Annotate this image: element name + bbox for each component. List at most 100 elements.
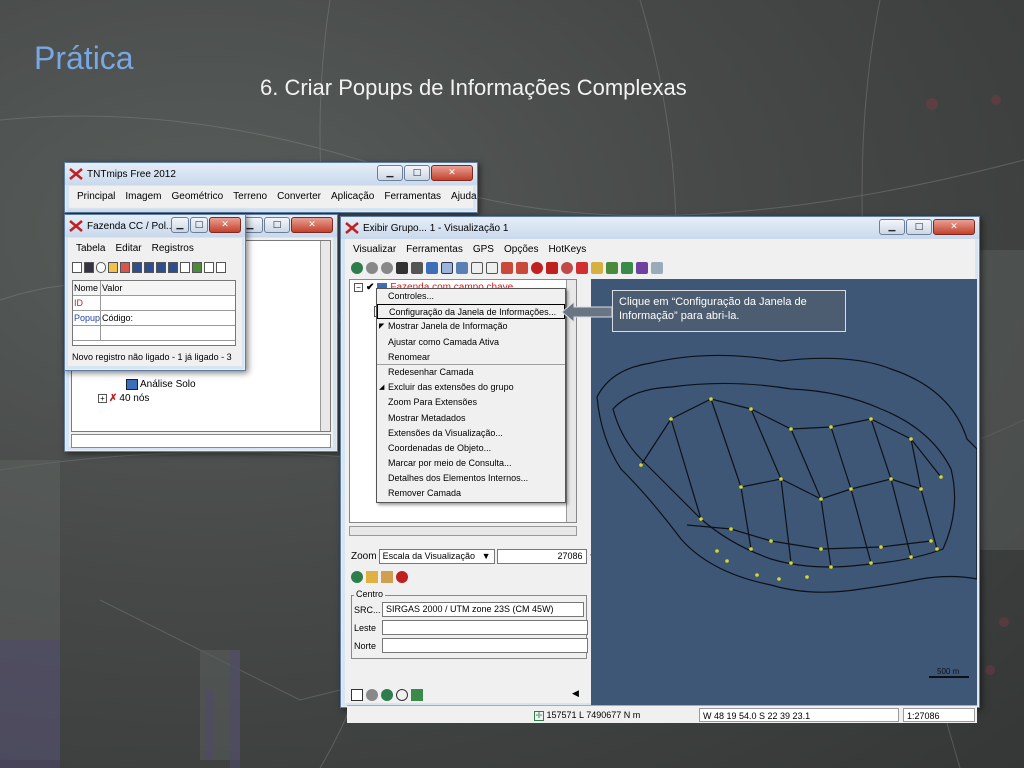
menu-tabela[interactable]: Tabela xyxy=(76,243,105,254)
context-menu-item[interactable]: Redesenhar Camada xyxy=(377,365,565,380)
map-icon[interactable] xyxy=(411,689,423,701)
new-record-icon[interactable] xyxy=(72,261,82,273)
list-view-icon[interactable] xyxy=(216,261,226,273)
next-record-icon[interactable] xyxy=(156,261,166,273)
context-menu-item[interactable]: Renomear xyxy=(377,350,565,365)
menu-opcoes[interactable]: Opções xyxy=(504,244,538,255)
table-row[interactable] xyxy=(73,326,235,341)
context-menu-item[interactable]: Controles... xyxy=(377,289,565,304)
maximize-button[interactable]: □ xyxy=(404,165,430,181)
first-record-icon[interactable] xyxy=(132,261,142,273)
menu-imagem[interactable]: Imagem xyxy=(125,191,161,202)
visible-check-icon[interactable]: ✔ xyxy=(366,282,374,293)
unlink-icon[interactable] xyxy=(120,261,130,273)
tntmips-titlebar[interactable]: TNTmips Free 2012 ▁ □ ✕ xyxy=(65,163,477,185)
magnifier-icon[interactable] xyxy=(396,689,408,701)
layer-item-analise-solo[interactable]: Análise Solo xyxy=(126,379,196,390)
layer-item-nodes[interactable]: + ✗ 40 nós xyxy=(98,393,149,404)
select-tool-icon[interactable] xyxy=(441,262,453,274)
cancel-icon[interactable] xyxy=(531,262,543,274)
src-button[interactable]: SRC... xyxy=(354,605,381,615)
expand-icon[interactable]: + xyxy=(98,394,107,403)
zoom-in-icon[interactable] xyxy=(366,262,378,274)
norte-input[interactable] xyxy=(382,638,588,653)
camera-icon[interactable] xyxy=(411,262,423,274)
context-menu-item[interactable]: Remover Camada xyxy=(377,486,565,501)
grid-view-icon[interactable] xyxy=(192,261,202,273)
context-menu-item[interactable]: Zoom Para Extensões xyxy=(377,395,565,410)
context-menu-item[interactable]: Coordenadas de Objeto... xyxy=(377,441,565,456)
layers-icon[interactable] xyxy=(636,262,648,274)
record-grid[interactable]: Nome Valor ID Popup Código: xyxy=(72,280,236,346)
maximize-button[interactable]: □ xyxy=(264,217,290,233)
menu-ferramentas[interactable]: Ferramentas xyxy=(406,244,463,255)
close-button[interactable]: ✕ xyxy=(209,217,241,233)
redraw-icon[interactable] xyxy=(351,262,363,274)
close-button[interactable]: ✕ xyxy=(431,165,473,181)
context-menu-item[interactable]: Configuração da Janela de Informações... xyxy=(377,304,565,320)
table-view-icon[interactable] xyxy=(180,261,190,273)
menu-converter[interactable]: Converter xyxy=(277,191,321,202)
zoom-in-icon[interactable] xyxy=(366,689,378,701)
prev-record-icon[interactable] xyxy=(144,261,154,273)
context-menu-item[interactable]: ◢ Excluir das extensões do grupo xyxy=(377,380,565,395)
pencil-icon[interactable] xyxy=(591,262,603,274)
menu-hotkeys[interactable]: HotKeys xyxy=(548,244,586,255)
column-header-nome[interactable]: Nome xyxy=(73,281,101,295)
leste-input[interactable] xyxy=(382,620,588,635)
field-value[interactable]: Código: xyxy=(101,311,235,326)
pencil-icon[interactable] xyxy=(381,571,393,583)
minimize-button[interactable]: ▁ xyxy=(377,165,403,181)
menu-principal[interactable]: Principal xyxy=(77,191,115,202)
menu-ajuda[interactable]: Ajuda xyxy=(451,191,477,202)
menu-geometrico[interactable]: Geométrico xyxy=(171,191,223,202)
columns-icon[interactable] xyxy=(204,261,214,273)
column-header-valor[interactable]: Valor xyxy=(101,281,235,296)
save-icon[interactable] xyxy=(84,261,94,273)
maximize-button[interactable]: □ xyxy=(906,219,932,235)
table-titlebar[interactable]: Fazenda CC / Pol... ▁ □ ✕ xyxy=(65,215,245,237)
undo-icon[interactable] xyxy=(96,261,106,273)
close-button[interactable]: ✕ xyxy=(291,217,333,233)
table-row[interactable]: Popup Código: xyxy=(73,311,235,326)
edit-icon[interactable] xyxy=(606,262,618,274)
folder-icon[interactable] xyxy=(366,571,378,583)
close-button[interactable]: ✕ xyxy=(933,219,975,235)
context-menu-item[interactable]: Marcar por meio de Consulta... xyxy=(377,456,565,471)
help-icon[interactable] xyxy=(486,262,498,274)
stop-icon[interactable] xyxy=(396,571,408,583)
legend-icon[interactable] xyxy=(351,689,363,701)
table-row[interactable]: ID xyxy=(73,296,235,311)
minimize-button[interactable]: ▁ xyxy=(171,217,189,233)
vertical-scrollbar[interactable] xyxy=(320,241,330,431)
context-menu-item[interactable]: Ajustar como Camada Ativa xyxy=(377,335,565,350)
stop-icon[interactable] xyxy=(546,262,558,274)
menu-visualizar[interactable]: Visualizar xyxy=(353,244,396,255)
src-field[interactable]: SIRGAS 2000 / UTM zone 23S (CM 45W) xyxy=(382,602,584,617)
zoom-value-input[interactable]: 27086 xyxy=(496,549,587,564)
settings-icon[interactable] xyxy=(651,262,663,274)
add-layer-icon[interactable] xyxy=(426,262,438,274)
context-menu-item[interactable]: Extensões da Visualização... xyxy=(377,426,565,441)
forward-icon[interactable] xyxy=(516,262,528,274)
menu-gps[interactable]: GPS xyxy=(473,244,494,255)
pan-icon[interactable] xyxy=(351,571,363,583)
context-menu-item[interactable]: Mostrar Metadados xyxy=(377,411,565,426)
zoom-out-icon[interactable] xyxy=(381,262,393,274)
collapse-left-icon[interactable]: ◀ xyxy=(572,689,579,701)
maximize-button[interactable]: □ xyxy=(190,217,208,233)
menu-terreno[interactable]: Terreno xyxy=(233,191,267,202)
search-icon[interactable] xyxy=(561,262,573,274)
menu-aplicacao[interactable]: Aplicação xyxy=(331,191,374,202)
menu-registros[interactable]: Registros xyxy=(152,243,194,254)
measure-icon[interactable] xyxy=(456,262,468,274)
binoculars-icon[interactable] xyxy=(396,262,408,274)
pointer-icon[interactable] xyxy=(576,262,588,274)
context-menu-item[interactable]: ◤ Mostrar Janela de Informação xyxy=(377,319,565,334)
crosshair-icon[interactable] xyxy=(471,262,483,274)
zoom-box-icon[interactable] xyxy=(381,689,393,701)
minimize-button[interactable]: ▁ xyxy=(879,219,905,235)
menu-ferramentas[interactable]: Ferramentas xyxy=(384,191,441,202)
menu-editar[interactable]: Editar xyxy=(115,243,141,254)
last-record-icon[interactable] xyxy=(168,261,178,273)
